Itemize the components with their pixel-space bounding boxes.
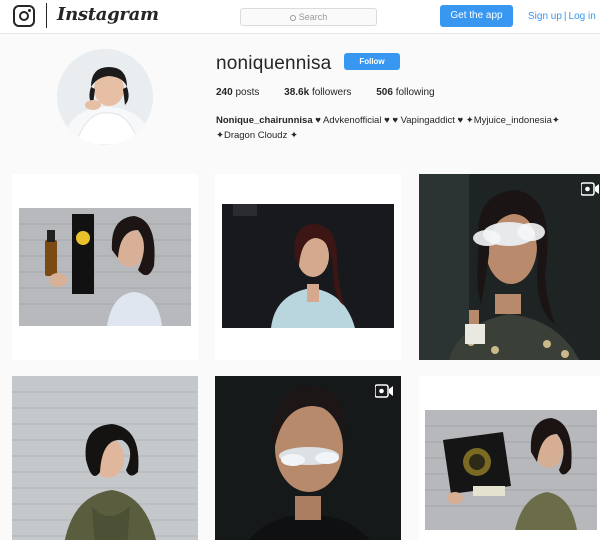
video-icon [375,384,393,398]
logo-divider [46,3,47,28]
profile-avatar[interactable] [57,49,153,145]
post-thumbnail[interactable] [215,174,401,360]
following-count[interactable]: 506 following [376,87,434,98]
instagram-camera-icon[interactable] [13,5,35,27]
search-placeholder: Search [298,12,328,22]
bio-text-line2: ✦Dragon Cloudz ✦ [216,130,298,141]
posts-count: 240 posts [216,87,260,98]
follow-button[interactable]: Follow [344,53,400,70]
post-thumbnail[interactable] [419,174,600,360]
auth-separator: | [563,11,567,22]
post-thumbnail[interactable] [12,174,198,360]
video-icon [581,182,599,196]
followers-count[interactable]: 38.6k followers [284,87,351,98]
top-nav: Instagram Search Get the app Sign up | Log… [0,0,600,34]
profile-username: noniquennisa [216,53,332,74]
bio-text-line1: ♥ Advkenofficial ♥ ♥ Vapingaddict ♥ ✦Myj… [312,115,560,126]
search-icon [289,15,296,21]
auth-links: Sign up | Log in [528,11,596,22]
profile-stats: 240 posts 38.6k followers 506 following [216,87,457,98]
sign-up-link[interactable]: Sign up [528,11,562,22]
bio-full-name: Nonique_chairunnisa [216,115,313,126]
search-input[interactable]: Search [240,8,377,26]
post-thumbnail[interactable] [419,376,600,540]
instagram-wordmark[interactable]: Instagram [57,4,159,25]
profile-bio: Nonique_chairunnisa ♥ Advkenofficial ♥ ♥… [216,113,600,143]
post-thumbnail[interactable] [12,376,198,540]
get-the-app-button[interactable]: Get the app [440,5,513,27]
post-thumbnail[interactable] [215,376,401,540]
log-in-link[interactable]: Log in [569,11,596,22]
